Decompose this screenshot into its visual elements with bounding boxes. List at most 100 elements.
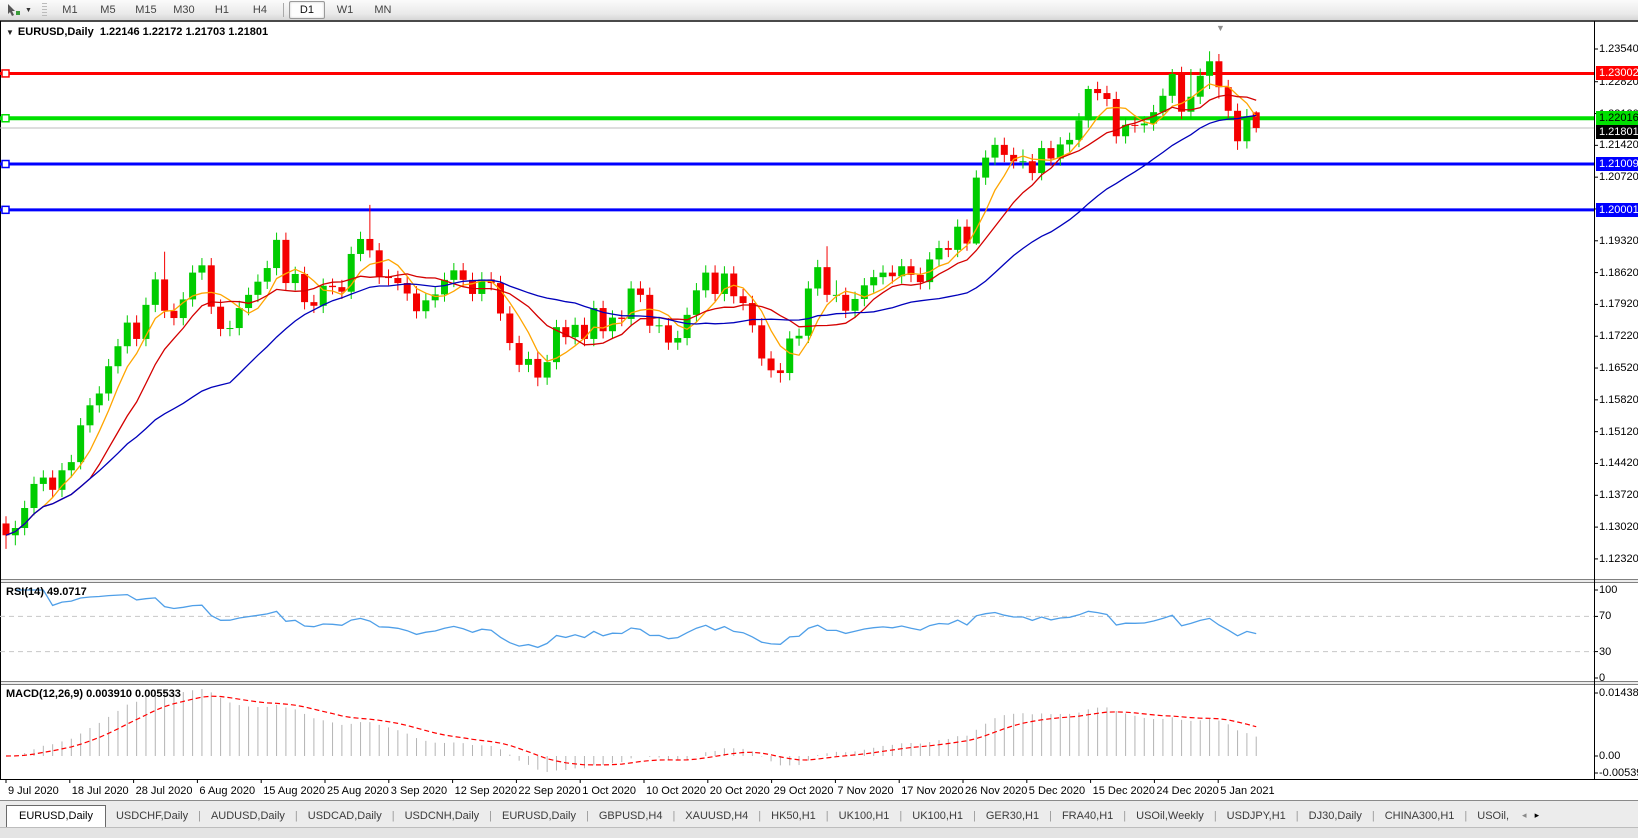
candle-body [786,338,793,373]
timeframe-button-W1[interactable]: W1 [327,1,363,19]
chart-tab-usdcnh-daily[interactable]: USDCNH,Daily [395,806,490,827]
line-anchor-handle[interactable] [2,115,9,122]
candle-body [1029,161,1036,173]
chart-tab-audusd-daily[interactable]: AUDUSD,Daily [201,806,295,827]
candle-body [590,308,597,339]
candle-body [1019,161,1026,162]
date-axis-label: 28 Jul 2020 [136,785,193,797]
candlestick-series[interactable] [3,51,1260,549]
chart-tab-ger30-h1[interactable]: GER30,H1 [976,806,1049,827]
chart-shift-triangle-icon[interactable]: ▼ [1216,23,1225,33]
date-axis-label: 18 Jul 2020 [72,785,129,797]
chart-tab-bar: EURUSD,DailyUSDCHF,Daily|AUDUSD,Daily|US… [0,800,1638,827]
price-axis-tick: 1.13720 [1599,489,1638,501]
chart-tab-eurusd-daily[interactable]: EURUSD,Daily [492,806,586,827]
timeframe-button-M30[interactable]: M30 [166,1,202,19]
candle-body [3,523,10,535]
timeframe-button-M5[interactable]: M5 [90,1,126,19]
rsi-axis-tick: 70 [1599,610,1638,622]
candle-body [824,267,831,295]
candle-body [394,278,401,283]
candle-body [273,240,280,268]
chart-tab-uk100-h1[interactable]: UK100,H1 [902,806,973,827]
candle-body [105,366,112,393]
chart-tab-usoil-weekly[interactable]: USOil,Weekly [1126,806,1214,827]
candle-body [581,325,588,339]
chart-tab-china300-h1[interactable]: CHINA300,H1 [1375,806,1465,827]
chart-tab-usdcad-daily[interactable]: USDCAD,Daily [298,806,392,827]
candle-body [133,323,140,339]
candle-body [1197,76,1204,97]
line-anchor-handle[interactable] [2,161,9,168]
candle-body [1103,93,1110,99]
candle-body [796,336,803,339]
candle-body [1169,74,1176,96]
macd-indicator-label: MACD(12,26,9) 0.003910 0.005533 [6,688,181,700]
macd-signal-line [6,696,1256,765]
chart-tab-xauusd-h4[interactable]: XAUUSD,H4 [675,806,758,827]
level-price-badge: 1.22016 [1596,111,1638,125]
candle-body [768,358,775,370]
level-price-badge: 1.21009 [1596,157,1638,171]
candle-body [1215,61,1222,87]
one-click-trading-icon[interactable]: ▼ [6,28,14,37]
timeframe-button-H1[interactable]: H1 [204,1,240,19]
candle-body [142,305,149,339]
candle-body [21,508,28,528]
line-anchor-handle[interactable] [2,206,9,213]
candle-body [740,296,747,303]
candle-body [1038,148,1045,173]
price-chart-svg[interactable] [0,21,1638,801]
chart-tab-usdjpy-h1[interactable]: USDJPY,H1 [1217,806,1296,827]
tab-scroll-left-button[interactable]: ◂ [1519,810,1532,827]
date-axis-label: 26 Nov 2020 [965,785,1027,797]
toolbar-separator [283,3,284,17]
candle-body [1131,125,1138,126]
timeframe-button-H4[interactable]: H4 [242,1,278,19]
candle-body [814,267,821,288]
chart-tab-eurusd-daily[interactable]: EURUSD,Daily [6,805,106,828]
toolbar-grip[interactable] [42,3,47,17]
candle-body [1253,112,1260,128]
candle-body [96,393,103,405]
price-axis-tick: 1.20720 [1599,171,1638,183]
timeframe-button-M1[interactable]: M1 [52,1,88,19]
candle-body [152,279,159,304]
date-axis-label: 22 Sep 2020 [518,785,580,797]
caret-down-icon: ▼ [25,7,32,14]
chart-tab-fra40-h1[interactable]: FRA40,H1 [1052,806,1123,827]
line-anchor-handle[interactable] [2,70,9,77]
chart-tab-usdchf-daily[interactable]: USDCHF,Daily [106,806,198,827]
price-axis-tick: 1.19320 [1599,235,1638,247]
candle-body [460,270,467,280]
candle-body [77,425,84,462]
date-axis-label: 9 Jul 2020 [8,785,59,797]
macd-axis-tick: 0.014384 [1599,687,1638,699]
candle-body [702,273,709,291]
chart-tab-gbpusd-h4[interactable]: GBPUSD,H4 [589,806,673,827]
candle-body [1085,89,1092,120]
candle-body [348,254,355,292]
candle-body [68,462,75,470]
timeframe-button-MN[interactable]: MN [365,1,401,19]
current-price-badge: 1.21801 [1596,125,1638,139]
chart-tab-hk50-h1[interactable]: HK50,H1 [761,806,826,827]
candle-body [637,289,644,295]
timeframe-button-D1[interactable]: D1 [289,1,325,19]
toolbar: ▼ M1M5M15M30H1H4 D1W1MN [0,0,1638,21]
chart-tab-uk100-h1[interactable]: UK100,H1 [829,806,900,827]
chart-tab-usoil-[interactable]: USOil, [1467,806,1519,827]
price-axis-tick: 1.16520 [1599,362,1638,374]
candle-body [30,484,37,508]
date-axis-label: 10 Oct 2020 [646,785,706,797]
timeframe-button-M15[interactable]: M15 [128,1,164,19]
candle-body [292,274,299,283]
candle-body [170,311,177,318]
chart-window[interactable]: ▼EURUSD,Daily 1.22146 1.22172 1.21703 1.… [0,20,1638,801]
crosshair-tool-button[interactable]: ▼ [1,1,37,19]
candle-body [469,280,476,294]
candle-body [1001,145,1008,155]
chart-tab-dj30-daily[interactable]: DJ30,Daily [1299,806,1372,827]
candle-body [217,307,224,329]
tab-scroll-right-button[interactable]: ▸ [1532,810,1545,827]
